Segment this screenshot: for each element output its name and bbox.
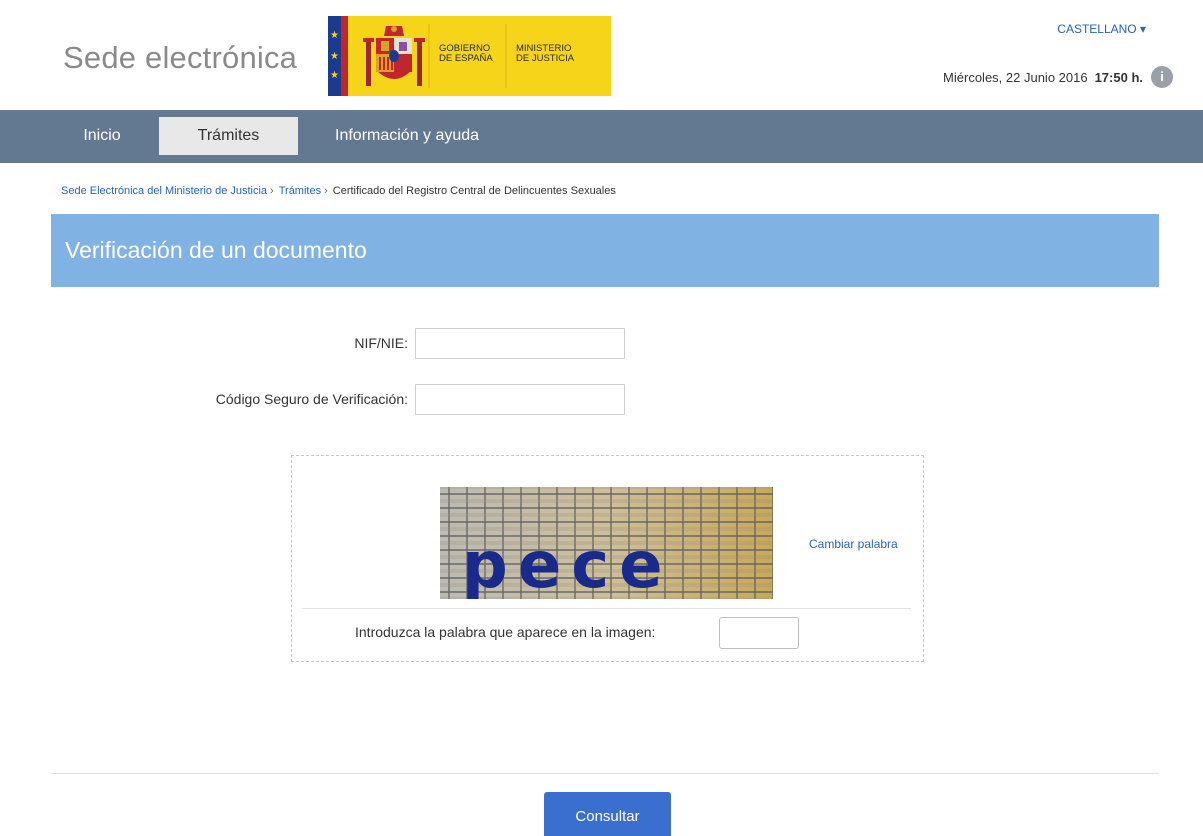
captcha-input[interactable] (719, 617, 799, 649)
language-selector[interactable]: CASTELLANO ▾ (1057, 22, 1146, 36)
main-nav: Inicio Trámites Información y ayuda (0, 110, 1203, 163)
nav-inicio[interactable]: Inicio (67, 117, 137, 155)
nif-label: NIF/NIE: (354, 335, 408, 351)
divider (51, 773, 1159, 774)
current-time: 17:50 h. (1094, 69, 1143, 85)
captcha-prompt-label: Introduzca la palabra que aparece en la … (355, 624, 656, 640)
nav-tramites[interactable]: Trámites (159, 117, 298, 155)
gobierno-espana-ministerio-justicia-logo[interactable]: ★ ★ ★ GOBIERNO DE ESPAÑA MINISTERIO DE J… (328, 16, 611, 96)
svg-text:★: ★ (330, 70, 339, 81)
breadcrumb: Sede Electrónica del Ministerio de Justi… (61, 185, 616, 197)
site-title[interactable]: Sede electrónica (63, 40, 297, 76)
page-title: Verificación de un documento (65, 237, 367, 263)
breadcrumb-current: Certificado del Registro Central de Deli… (332, 185, 616, 197)
csv-label: Código Seguro de Verificación: (215, 391, 408, 407)
page-title-band: Verificación de un documento (51, 214, 1159, 287)
breadcrumb-link-sede[interactable]: Sede Electrónica del Ministerio de Justi… (61, 185, 267, 197)
consultar-button[interactable]: Consultar (544, 792, 671, 836)
captcha-word: pece (462, 529, 673, 599)
csv-input[interactable] (415, 384, 625, 415)
svg-text:★: ★ (330, 30, 339, 41)
breadcrumb-separator: › (324, 185, 328, 197)
nav-informacion-ayuda[interactable]: Información y ayuda (335, 117, 515, 155)
logo-espana-text: DE ESPAÑA (439, 53, 493, 64)
info-icon[interactable]: i (1151, 66, 1173, 88)
logo-justicia-text: DE JUSTICIA (516, 53, 575, 64)
header: Sede electrónica ★ ★ ★ GOBIERNO DE ESPAÑ… (0, 0, 1203, 110)
captcha-box: pece Cambiar palabra Introduzca la palab… (291, 455, 924, 662)
breadcrumb-link-tramites[interactable]: Trámites (279, 185, 321, 197)
breadcrumb-separator: › (270, 185, 274, 197)
change-word-link[interactable]: Cambiar palabra (809, 537, 898, 551)
nif-input[interactable] (415, 328, 625, 359)
current-date: Miércoles, 22 Junio 2016 (943, 69, 1088, 85)
captcha-image: pece (440, 487, 773, 599)
datetime: Miércoles, 22 Junio 2016 17:50 h. i (943, 66, 1173, 88)
divider (302, 608, 911, 609)
svg-text:★: ★ (330, 51, 339, 62)
